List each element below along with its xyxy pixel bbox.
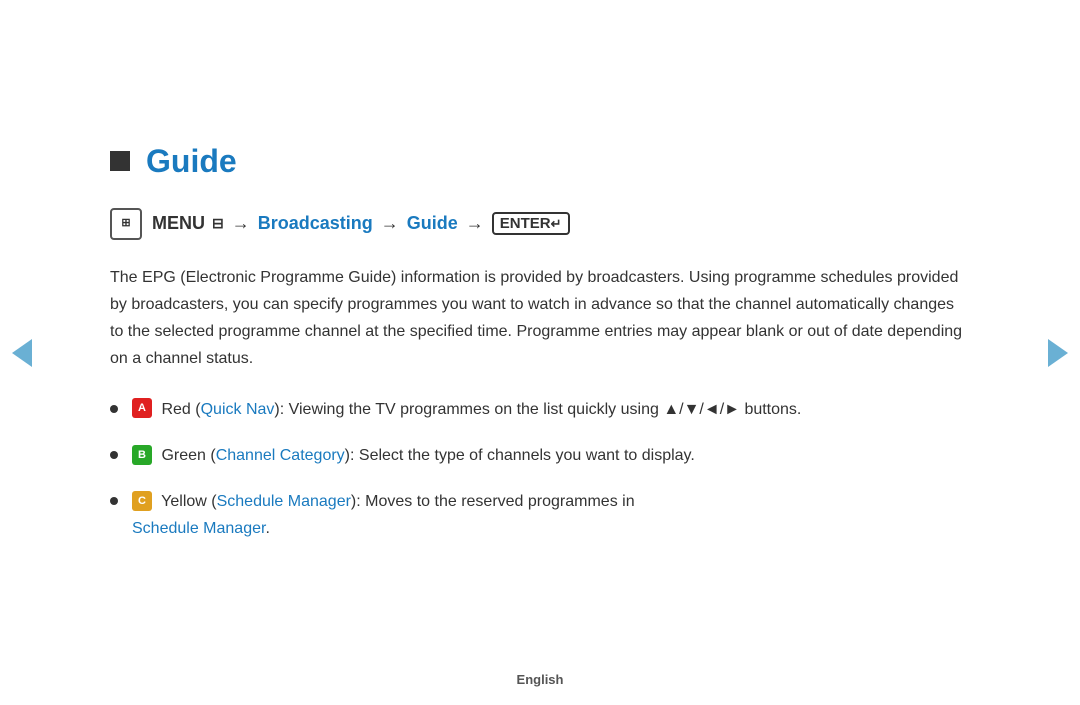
- bullet-content: B Green (Channel Category): Select the t…: [132, 443, 970, 469]
- menu-icon: ⊞: [110, 208, 142, 240]
- guide-link[interactable]: Guide: [407, 213, 458, 234]
- bullet-dot: [110, 405, 118, 413]
- bullet-content: C Yellow (Schedule Manager): Moves to th…: [132, 489, 970, 542]
- badge-red: A: [132, 398, 152, 418]
- bullet-desc-3: : Moves to the reserved programmes in: [356, 493, 634, 510]
- enter-label: ENTER: [500, 215, 551, 232]
- bullet-desc-2: : Select the type of channels you want t…: [350, 447, 695, 464]
- schedule-manager-link[interactable]: Schedule Manager: [217, 493, 351, 510]
- quick-nav-link[interactable]: Quick Nav: [201, 401, 275, 418]
- bullet-desc-1: : Viewing the TV programmes on the list …: [280, 401, 802, 418]
- nav-arrow-left[interactable]: [10, 335, 34, 371]
- nav-arrow-right[interactable]: [1046, 335, 1070, 371]
- enter-icon: ENTER↵: [492, 212, 570, 235]
- menu-label: MENU: [152, 213, 205, 234]
- description-text: The EPG (Electronic Programme Guide) inf…: [110, 264, 970, 373]
- broadcasting-link[interactable]: Broadcasting: [258, 213, 373, 234]
- bullet-dot: [110, 497, 118, 505]
- suffix: .: [265, 520, 269, 537]
- menu-bar-icon: ⊟: [212, 215, 224, 232]
- page-container: Guide ⊞ MENU ⊟ → Broadcasting → Guide → E…: [0, 0, 1080, 705]
- page-title: Guide: [146, 143, 237, 180]
- menu-path: ⊞ MENU ⊟ → Broadcasting → Guide → ENTER↵: [110, 208, 970, 240]
- list-item: A Red (Quick Nav): Viewing the TV progra…: [110, 397, 970, 423]
- badge-yellow: C: [132, 491, 152, 511]
- bullet-content: A Red (Quick Nav): Viewing the TV progra…: [132, 397, 970, 423]
- color-name-red: Red: [161, 401, 190, 418]
- footer-language: English: [517, 672, 564, 687]
- arrow2: →: [381, 213, 399, 234]
- arrow3: →: [466, 213, 484, 234]
- list-item: B Green (Channel Category): Select the t…: [110, 443, 970, 469]
- color-name-yellow: Yellow: [161, 493, 207, 510]
- title-section: Guide: [110, 143, 970, 180]
- content-area: Guide ⊞ MENU ⊟ → Broadcasting → Guide → E…: [90, 103, 990, 602]
- schedule-manager-link-2[interactable]: Schedule Manager: [132, 520, 265, 537]
- bullet-dot: [110, 451, 118, 459]
- list-item: C Yellow (Schedule Manager): Moves to th…: [110, 489, 970, 542]
- channel-category-link[interactable]: Channel Category: [216, 447, 345, 464]
- title-square-icon: [110, 151, 130, 171]
- bullet-list: A Red (Quick Nav): Viewing the TV progra…: [110, 397, 970, 543]
- arrow1: →: [232, 213, 250, 234]
- badge-green: B: [132, 445, 152, 465]
- color-name-green: Green: [161, 447, 205, 464]
